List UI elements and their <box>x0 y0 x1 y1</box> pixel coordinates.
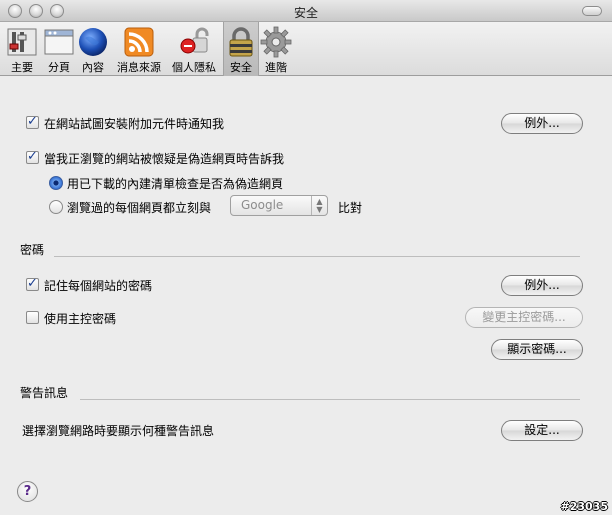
image-watermark: #23035 <box>560 500 609 513</box>
tab-advanced-label: 進階 <box>265 61 287 74</box>
tab-general[interactable]: 主要 <box>0 22 44 76</box>
warnings-divider <box>80 399 580 400</box>
tab-content-label: 內容 <box>82 61 104 74</box>
phishing-compare-label: 比對 <box>338 201 363 215</box>
phishing-online-label: 瀏覽過的每個網頁都立刻與 <box>67 201 212 215</box>
title-bar: 安全 <box>0 0 612 22</box>
change-master-password-button[interactable]: 變更主控密碼... <box>465 307 583 328</box>
master-password-label: 使用主控密碼 <box>44 312 117 326</box>
tab-content[interactable]: 內容 <box>74 22 112 76</box>
select-arrows-icon: ▲ ▼ <box>311 196 327 215</box>
warnings-settings-button[interactable]: 設定... <box>501 420 583 441</box>
tab-tabs-label: 分頁 <box>48 61 70 74</box>
master-password-checkbox[interactable] <box>26 311 39 324</box>
toolbar-toggle-button[interactable] <box>582 6 602 16</box>
phishing-warning-label: 當我正瀏覽的網站被懷疑是偽造網頁時告訴我 <box>44 152 285 166</box>
help-button[interactable]: ? <box>17 481 38 502</box>
show-passwords-button[interactable]: 顯示密碼... <box>491 339 583 360</box>
preferences-window: 安全 主要 分頁 內容 消息來源 個人隱私 安全 進階 ✓ 在網站試圖安裝附加元… <box>0 0 612 515</box>
tab-privacy-label: 個人隱私 <box>172 61 216 74</box>
tab-general-label: 主要 <box>11 61 33 74</box>
tab-advanced[interactable]: 進階 <box>259 22 293 76</box>
tabs-icon <box>44 29 74 55</box>
addon-exceptions-button[interactable]: 例外... <box>501 113 583 134</box>
tab-tabs[interactable]: 分頁 <box>44 22 74 76</box>
preferences-toolbar: 主要 分頁 內容 消息來源 個人隱私 安全 進階 <box>0 22 612 76</box>
addon-warning-label: 在網站試圖安裝附加元件時通知我 <box>44 117 225 131</box>
rss-icon <box>124 27 154 57</box>
globe-icon <box>79 28 107 56</box>
addon-warning-checkbox[interactable] <box>26 114 39 129</box>
phishing-provider-select[interactable]: Google ▲ ▼ <box>230 195 328 216</box>
tab-feeds-label: 消息來源 <box>117 61 161 74</box>
password-exceptions-button[interactable]: 例外... <box>501 275 583 296</box>
gear-icon <box>260 26 292 58</box>
tab-security[interactable]: 安全 <box>223 22 259 76</box>
warnings-section-title: 警告訊息 <box>20 386 69 400</box>
phishing-local-label: 用已下載的內建清單檢查是否為偽造網頁 <box>67 177 284 191</box>
security-pane: 在網站試圖安裝附加元件時通知我 例外... 當我正瀏覽的網站被懷疑是偽造網頁時告… <box>0 77 612 515</box>
passwords-section-title: 密碼 <box>20 243 45 257</box>
phishing-provider-value: Google <box>241 198 284 212</box>
tab-privacy[interactable]: 個人隱私 <box>166 22 222 76</box>
phishing-online-radio[interactable] <box>49 200 63 214</box>
tab-security-label: 安全 <box>230 61 252 74</box>
tab-feeds[interactable]: 消息來源 <box>112 22 166 76</box>
phishing-warning-checkbox[interactable] <box>26 149 39 164</box>
general-switches-icon <box>7 28 37 56</box>
remember-passwords-label: 記住每個網站的密碼 <box>44 279 153 293</box>
phishing-local-radio[interactable] <box>49 176 63 190</box>
remember-passwords-checkbox[interactable] <box>26 276 39 291</box>
warnings-description: 選擇瀏覽網路時要顯示何種警告訊息 <box>22 424 215 438</box>
security-padlock-icon <box>229 27 253 57</box>
passwords-divider <box>54 256 580 257</box>
privacy-lock-icon <box>180 27 209 54</box>
window-title: 安全 <box>293 6 318 20</box>
